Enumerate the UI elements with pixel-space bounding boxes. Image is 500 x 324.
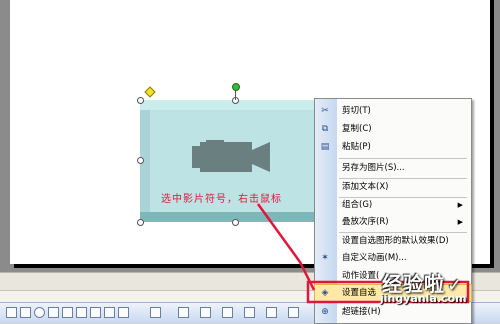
annotation-arrow-line (256, 203, 316, 291)
watermark-url: jingyanla.com (380, 292, 467, 305)
